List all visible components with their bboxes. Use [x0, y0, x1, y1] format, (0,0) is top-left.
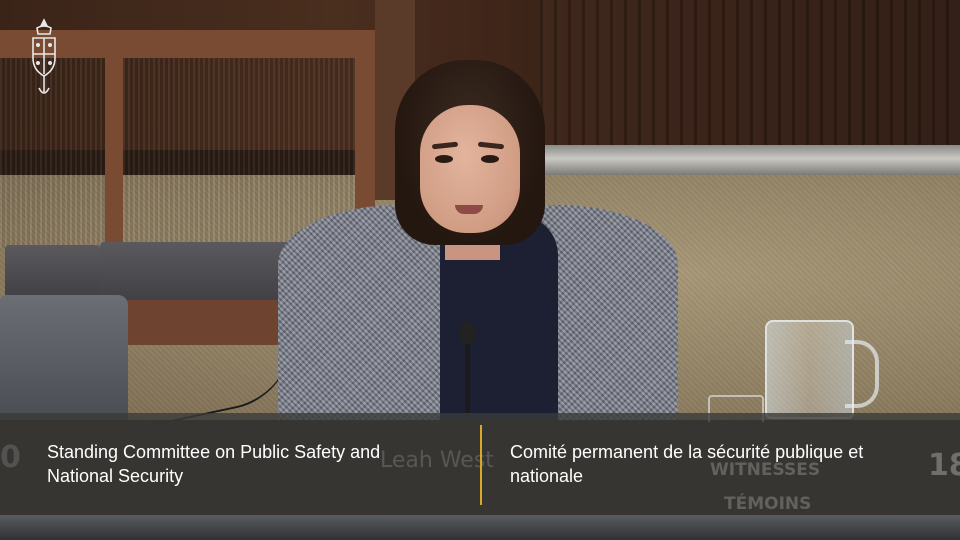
microphone-stand — [465, 338, 470, 418]
house-of-commons-crest-icon — [32, 18, 56, 94]
caption-english: Standing Committee on Public Safety and … — [47, 440, 447, 488]
bench-seat — [5, 245, 100, 300]
temoins-sign: TÉMOINS — [724, 494, 812, 514]
eye — [435, 155, 453, 163]
caption-french-line2: nationale — [510, 466, 584, 486]
wall-paneling — [540, 0, 960, 145]
office-chair — [0, 295, 128, 420]
metal-ledge — [540, 145, 960, 175]
caption-english-line1: Standing Committee on Public Safety and — [47, 442, 381, 462]
eye — [481, 155, 499, 163]
caption-english-line2: National Security — [47, 466, 184, 486]
caption-french: Comité permanent de la sécurité publique… — [510, 440, 930, 488]
desk-edge — [0, 515, 960, 540]
caption-french-line1: Comité permanent de la sécurité publique… — [510, 442, 864, 462]
seat-number-left: 0 — [0, 440, 21, 475]
microphone-icon — [460, 322, 475, 344]
video-frame: Leah West WITNESSES TÉMOINS 0 18 Standin… — [0, 0, 960, 540]
caption-divider — [480, 425, 482, 505]
seat-number-right: 18 — [928, 448, 960, 483]
water-pitcher — [765, 320, 854, 419]
